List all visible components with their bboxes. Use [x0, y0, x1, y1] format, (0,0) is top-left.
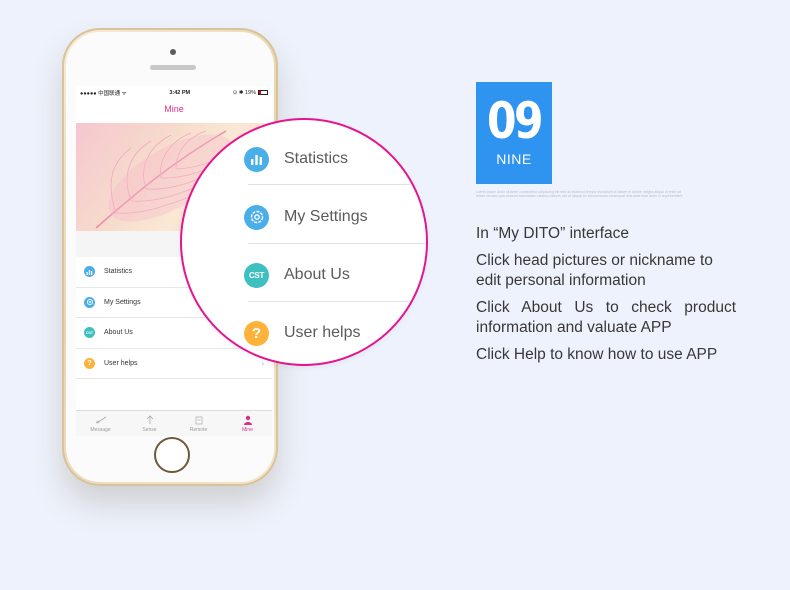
- tab-label-mine: Mine: [242, 427, 253, 433]
- gear-icon: [244, 204, 269, 230]
- zoom-item-about-us[interactable]: CST About Us: [182, 246, 426, 304]
- cst-logo-icon: CST: [244, 262, 269, 288]
- description-line-4: Click Help to know how to use APP: [476, 346, 718, 363]
- person-icon: [243, 415, 252, 425]
- tab-label-sense: Sense: [142, 427, 157, 433]
- status-carrier: ●●●●● 中国联通 ᯤ: [80, 91, 127, 97]
- battery-icon: [258, 90, 268, 96]
- fine-print-text: Lorem ipsum dolor sit amet consectetur a…: [476, 190, 683, 199]
- question-glyph: ?: [87, 359, 92, 367]
- home-button[interactable]: [154, 437, 190, 473]
- step-word: NINE: [496, 151, 532, 167]
- status-battery-text: ⊙ ✱ 19%: [232, 90, 256, 96]
- step-number: 09: [486, 92, 544, 150]
- earpiece-speaker: [150, 65, 196, 70]
- page-title: Mine: [164, 104, 184, 114]
- tab-sense[interactable]: Sense: [125, 411, 174, 436]
- description-line-3: Click About Us to check product informat…: [476, 299, 736, 336]
- zoom-item-statistics[interactable]: Statistics: [182, 130, 426, 188]
- magnifier-callout: Statistics My Settings CST About Us ? Us…: [180, 118, 428, 366]
- tab-message[interactable]: Message: [76, 411, 125, 436]
- gear-icon: [84, 296, 95, 308]
- bar-chart-icon: [244, 146, 269, 172]
- step-number-badge: 09 NINE: [476, 82, 552, 184]
- cst-logo-icon: CST: [84, 327, 95, 339]
- question-icon: ?: [84, 357, 95, 369]
- menu-label-user-helps: User helps: [104, 359, 138, 367]
- status-time: 3:42 PM: [169, 90, 191, 96]
- description-line-2: Click head pictures or nickname to edit …: [476, 252, 713, 289]
- question-icon: ?: [244, 320, 269, 346]
- zoom-label-user-helps: User helps: [284, 324, 361, 341]
- zoom-item-user-helps[interactable]: ? User helps: [182, 304, 426, 362]
- divider: [248, 243, 426, 244]
- zoom-label-about-us: About Us: [284, 266, 350, 283]
- description-line-1: In “My DITO” interface: [476, 225, 630, 242]
- remote-icon: [195, 416, 202, 425]
- divider: [248, 301, 426, 302]
- description-block: In “My DITO” interface Click head pictur…: [476, 224, 736, 372]
- cst-logo-text: CST: [85, 330, 94, 335]
- cst-logo-text: CST: [248, 270, 265, 280]
- divider: [248, 184, 426, 185]
- tab-remote[interactable]: Remote: [174, 411, 223, 436]
- bottom-tab-bar: Message Sense Remote Mine: [76, 410, 272, 436]
- menu-label-about-us: About Us: [104, 329, 133, 337]
- tab-label-message: Message: [90, 427, 111, 433]
- front-camera: [170, 49, 176, 55]
- promo-canvas: ●●●●● 中国联通 ᯤ 3:42 PM ⊙ ✱ 19% Mine Statis…: [0, 0, 790, 590]
- tab-mine[interactable]: Mine: [223, 411, 272, 436]
- zoom-label-my-settings: My Settings: [284, 208, 368, 225]
- tab-label-remote: Remote: [189, 427, 208, 433]
- zoom-item-my-settings[interactable]: My Settings: [182, 188, 426, 246]
- menu-label-my-settings: My Settings: [104, 298, 141, 306]
- sense-icon: [146, 415, 153, 424]
- zoom-label-statistics: Statistics: [284, 150, 349, 167]
- bar-chart-icon: [84, 266, 95, 278]
- menu-label-statistics: Statistics: [104, 268, 133, 276]
- status-battery-group: ⊙ ✱ 19%: [233, 90, 268, 96]
- status-bar: ●●●●● 中国联通 ᯤ 3:42 PM ⊙ ✱ 19%: [76, 86, 272, 100]
- message-icon: [95, 416, 106, 424]
- question-glyph: ?: [251, 324, 262, 342]
